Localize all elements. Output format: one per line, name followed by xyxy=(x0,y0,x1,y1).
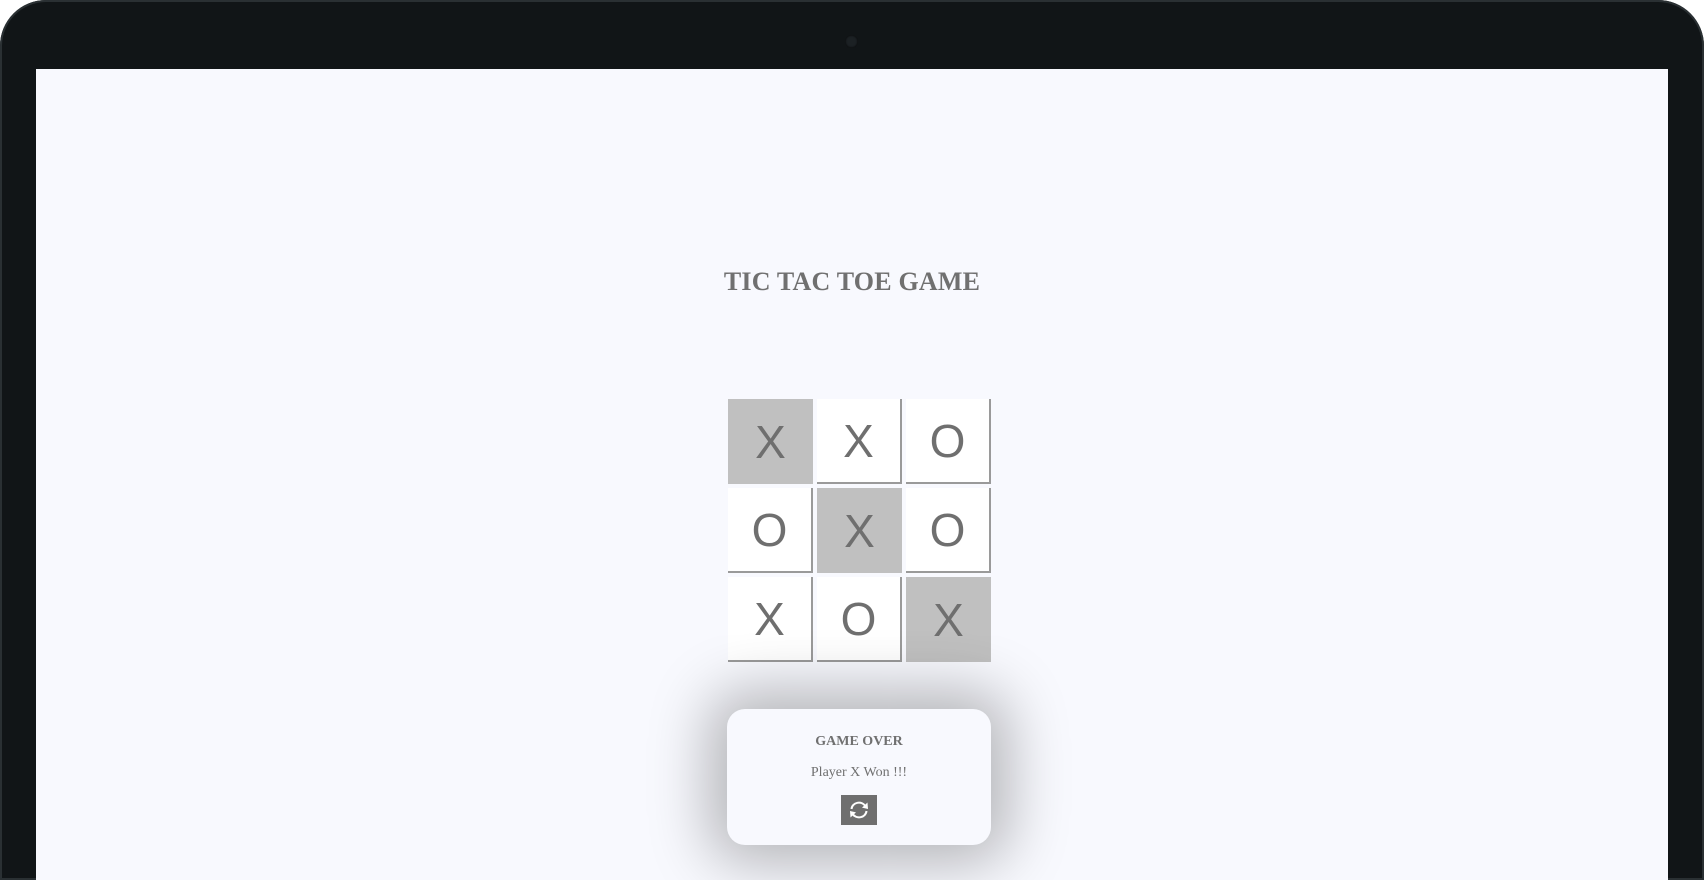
winner-message: Player X Won !!! xyxy=(810,765,908,780)
screen: TIC TAC TOE GAME X X O O X O X O X GAME … xyxy=(36,69,1668,880)
board-cell-1[interactable]: X xyxy=(728,399,813,484)
board-cell-8[interactable]: O xyxy=(817,577,902,662)
game-board: X X O O X O X O X xyxy=(728,399,992,663)
board-cell-7[interactable]: X xyxy=(728,577,813,662)
board-cell-9[interactable]: X xyxy=(906,577,991,662)
game-over-popup: GAME OVER Player X Won !!! xyxy=(727,709,991,845)
board-cell-4[interactable]: O xyxy=(728,488,813,573)
board-cell-5[interactable]: X xyxy=(817,488,902,573)
board-cell-3[interactable]: O xyxy=(906,399,991,484)
board-cell-2[interactable]: X xyxy=(817,399,902,484)
popup-title: GAME OVER xyxy=(815,734,903,749)
camera-icon xyxy=(845,35,858,48)
board-cell-6[interactable]: O xyxy=(906,488,991,573)
restart-button[interactable] xyxy=(841,795,877,825)
page-title: TIC TAC TOE GAME xyxy=(723,267,981,296)
laptop-frame: TIC TAC TOE GAME X X O O X O X O X GAME … xyxy=(0,0,1704,880)
refresh-icon xyxy=(847,800,871,820)
